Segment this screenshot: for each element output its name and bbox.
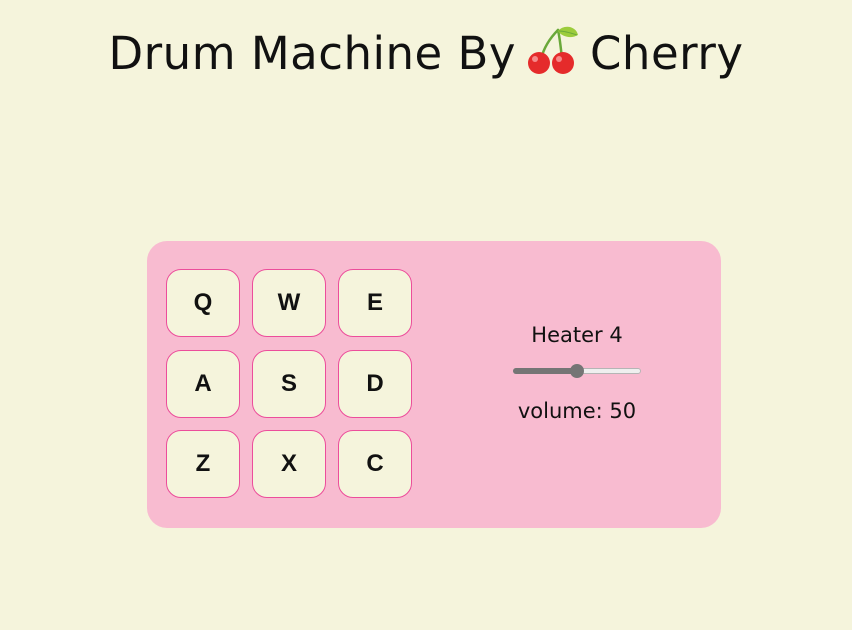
page-title: Drum Machine By Cherry <box>0 24 852 84</box>
volume-slider[interactable] <box>513 363 641 379</box>
title-prefix: Drum Machine By <box>108 27 517 80</box>
drum-pad-c[interactable]: C <box>338 430 412 498</box>
sound-display: Heater 4 <box>531 323 623 347</box>
volume-label: volume: 50 <box>517 399 637 423</box>
volume-slider-thumb[interactable] <box>570 364 584 378</box>
drum-pad-grid: Q W E A S D Z X C <box>166 269 416 501</box>
drum-pad-w[interactable]: W <box>252 269 326 337</box>
drum-pad-e[interactable]: E <box>338 269 412 337</box>
cherry-icon <box>524 25 580 75</box>
controls-panel: Heater 4 volume: 50 <box>477 321 677 425</box>
page: Drum Machine By Cherry Q W E A S D Z X C <box>0 0 852 630</box>
drum-pad-d[interactable]: D <box>338 350 412 418</box>
drum-pad-x[interactable]: X <box>252 430 326 498</box>
title-suffix: Cherry <box>590 27 744 80</box>
drum-machine-panel: Q W E A S D Z X C Heater 4 volume: 50 <box>147 241 721 528</box>
drum-pad-z[interactable]: Z <box>166 430 240 498</box>
volume-slider-fill <box>513 368 577 374</box>
drum-pad-q[interactable]: Q <box>166 269 240 337</box>
drum-pad-s[interactable]: S <box>252 350 326 418</box>
drum-pad-a[interactable]: A <box>166 350 240 418</box>
